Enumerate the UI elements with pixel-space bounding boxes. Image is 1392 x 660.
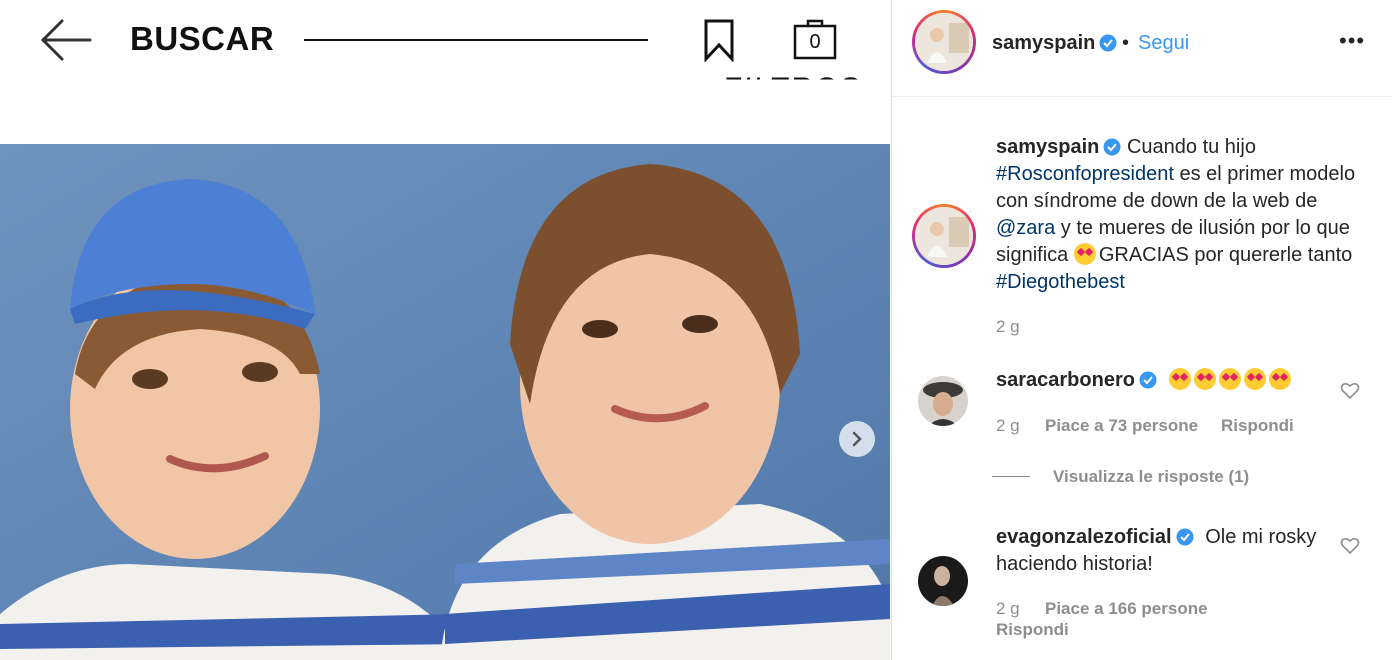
post-author[interactable]: samyspain <box>992 32 1095 54</box>
comment-row: saracarbonero <box>996 367 1294 394</box>
caption-text: GRACIAS por quererle tanto <box>1098 244 1353 266</box>
smiling-emoji-icon <box>1073 243 1096 265</box>
more-options-icon[interactable]: ••• <box>1339 28 1365 54</box>
view-replies-button[interactable]: Visualizza le risposte (1) <box>1053 467 1249 487</box>
verified-badge-icon <box>1103 138 1121 156</box>
heart-eyes-emoji-icon <box>1268 368 1291 390</box>
hashtag-link[interactable]: #Rosconfopresident <box>996 163 1174 185</box>
heart-icon[interactable] <box>1340 381 1360 401</box>
caption-avatar[interactable] <box>912 204 976 268</box>
post-header: samyspain • Segui ••• <box>892 0 1392 97</box>
separator-dot: • <box>1122 32 1130 54</box>
search-underline[interactable] <box>304 39 648 41</box>
avatar-image <box>915 13 973 71</box>
mention-link[interactable]: @zara <box>996 217 1055 239</box>
carousel-next-button[interactable] <box>839 421 875 457</box>
author-avatar[interactable] <box>912 10 976 74</box>
commenter-avatar[interactable] <box>918 376 968 426</box>
comment-time[interactable]: 2 g <box>996 416 1020 436</box>
post-sidebar: samyspain • Segui ••• samyspain Cuando t… <box>891 0 1392 660</box>
comment-likes[interactable]: Piace a 166 persone <box>1045 599 1208 619</box>
post-photo <box>0 144 890 660</box>
comment-author[interactable]: evagonzalezoficial <box>996 526 1172 548</box>
caption-time[interactable]: 2 g <box>996 317 1020 337</box>
heart-eyes-emoji-icon <box>1218 368 1241 390</box>
avatar-image <box>915 207 973 265</box>
follow-button[interactable]: Segui <box>1138 32 1189 55</box>
comment-row: evagonzalezoficial Ole mi rosky haciendo… <box>996 524 1336 578</box>
comment-author[interactable]: saracarbonero <box>996 369 1135 391</box>
back-arrow-icon[interactable] <box>38 16 94 64</box>
bag-count: 0 <box>809 31 821 53</box>
product-photo-panel: FILTROS BUSCAR 0 <box>0 0 890 660</box>
bookmark-icon[interactable] <box>700 18 738 62</box>
comment-likes[interactable]: Piace a 73 persone <box>1045 416 1198 436</box>
verified-badge-icon <box>1139 371 1157 389</box>
hashtag-link[interactable]: #Diegothebest <box>996 271 1125 293</box>
header-bg <box>0 93 890 144</box>
verified-badge-icon <box>1099 34 1117 52</box>
heart-eyes-emoji-icon <box>1168 368 1191 390</box>
replies-divider <box>992 476 1030 477</box>
heart-eyes-emoji-icon <box>1243 368 1266 390</box>
comment-time[interactable]: 2 g <box>996 599 1020 619</box>
search-title[interactable]: BUSCAR <box>130 20 274 58</box>
caption-text: Cuando tu hijo <box>1126 136 1256 158</box>
heart-icon[interactable] <box>1340 536 1360 556</box>
chevron-right-icon <box>852 431 862 447</box>
post-caption: samyspain Cuando tu hijo #Rosconfopresid… <box>996 134 1356 296</box>
reply-button[interactable]: Rispondi <box>996 620 1069 640</box>
commenter-avatar[interactable] <box>918 556 968 606</box>
reply-button[interactable]: Rispondi <box>1221 416 1294 436</box>
verified-badge-icon <box>1176 528 1194 546</box>
post-author-row: samyspain <box>992 32 1117 55</box>
heart-eyes-emoji-icon <box>1193 368 1216 390</box>
caption-author[interactable]: samyspain <box>996 136 1099 158</box>
